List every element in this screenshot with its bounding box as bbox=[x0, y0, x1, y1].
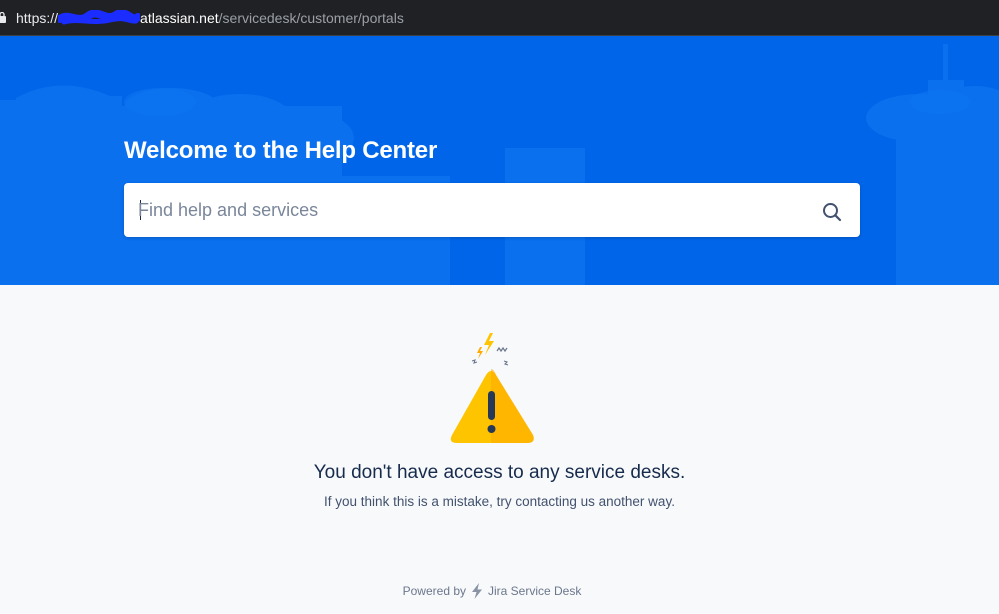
search-input[interactable] bbox=[138, 195, 788, 225]
powered-by-label: Powered by bbox=[402, 584, 466, 598]
redacted-subdomain bbox=[58, 10, 141, 25]
search-box[interactable] bbox=[124, 183, 860, 237]
search-icon[interactable] bbox=[820, 200, 844, 224]
no-access-subtitle: If you think this is a mistake, try cont… bbox=[324, 494, 675, 509]
url-path: /servicedesk/customer/portals bbox=[218, 10, 404, 26]
url-text[interactable]: https:// atlassian.net/servicedesk/custom… bbox=[16, 9, 404, 27]
powered-by-footer: Powered by Jira Service Desk bbox=[0, 583, 984, 599]
product-name-link[interactable]: Jira Service Desk bbox=[488, 584, 581, 598]
url-scheme: https:// bbox=[16, 10, 59, 26]
browser-address-bar[interactable]: https:// atlassian.net/servicedesk/custom… bbox=[0, 0, 999, 36]
url-host: atlassian.net bbox=[140, 10, 219, 26]
jira-bolt-icon bbox=[472, 583, 482, 599]
no-access-title: You don't have access to any service des… bbox=[313, 462, 686, 483]
help-center-header: Welcome to the Help Center bbox=[0, 36, 999, 285]
warning-triangle-icon bbox=[450, 333, 534, 443]
page-title: Welcome to the Help Center bbox=[124, 137, 438, 164]
lock-icon bbox=[0, 12, 6, 23]
